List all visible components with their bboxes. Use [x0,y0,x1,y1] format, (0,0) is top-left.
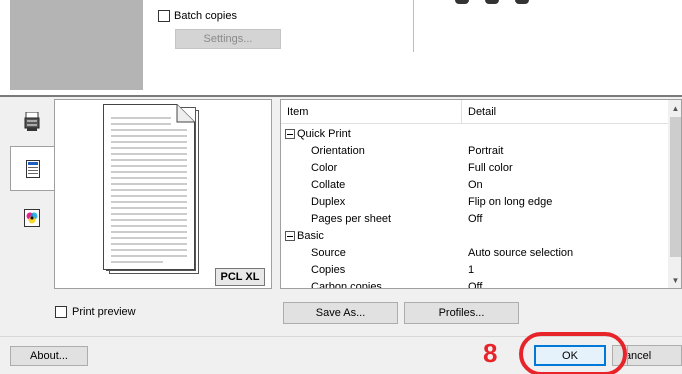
batch-copies-row[interactable]: Batch copies [158,10,237,22]
collapse-icon[interactable] [285,231,295,241]
page-stack-illustration [103,104,201,276]
table-row[interactable]: Orientation Portrait [285,143,665,160]
collapse-icon[interactable] [285,129,295,139]
about-button[interactable]: About... [10,346,88,366]
top-left-panel [10,0,143,90]
document-tab-icon [25,159,40,178]
table-row[interactable]: Collate On [285,177,665,194]
table-row[interactable]: Basic [285,228,665,245]
ok-highlight-annotation [519,332,627,374]
section-divider [0,95,682,97]
table-row[interactable]: Pages per sheet Off [285,211,665,228]
column-header-item[interactable]: Item [281,100,462,124]
profiles-button[interactable]: Profiles... [404,302,519,324]
scroll-down-icon[interactable]: ▼ [668,272,681,288]
column-header-detail[interactable]: Detail [462,100,496,124]
page-preview: PCL XL [54,99,272,289]
document-page-icon [103,104,195,270]
settings-button[interactable]: Settings... [175,29,281,49]
color-tab-icon [24,208,40,227]
tab-layout[interactable] [10,99,54,144]
table-scrollbar[interactable]: ▲ ▼ [668,100,681,288]
print-preview-checkbox[interactable] [55,306,67,318]
table-row[interactable]: Source Auto source selection [285,245,665,262]
side-tabs [10,99,54,289]
settings-summary-table: Item Detail Quick Print Orientation Port… [280,99,682,289]
table-row[interactable]: Copies 1 [285,262,665,279]
print-preview-label: Print preview [72,306,136,318]
tab-document[interactable] [10,146,54,191]
printer-tab-icon [24,111,40,131]
table-row[interactable]: Quick Print [285,126,665,143]
step-number-annotation: 8 [483,338,498,368]
batch-copies-label: Batch copies [174,10,237,22]
save-as-button[interactable]: Save As... [283,302,398,324]
table-header: Item Detail [281,100,668,124]
print-preview-option[interactable]: Print preview [55,306,136,318]
table-row[interactable]: Carbon copies Off [285,279,665,288]
pdl-badge: PCL XL [215,268,265,286]
table-row[interactable]: Duplex Flip on long edge [285,194,665,211]
table-rows: Quick Print Orientation Portrait Color F… [285,126,665,288]
tab-color[interactable] [10,195,54,240]
scrollbar-thumb[interactable] [670,117,681,257]
panel-divider [413,0,414,52]
table-row[interactable]: Color Full color [285,160,665,177]
scroll-up-icon[interactable]: ▲ [668,100,681,116]
top-partial-icons [455,0,555,6]
batch-copies-checkbox[interactable] [158,10,170,22]
